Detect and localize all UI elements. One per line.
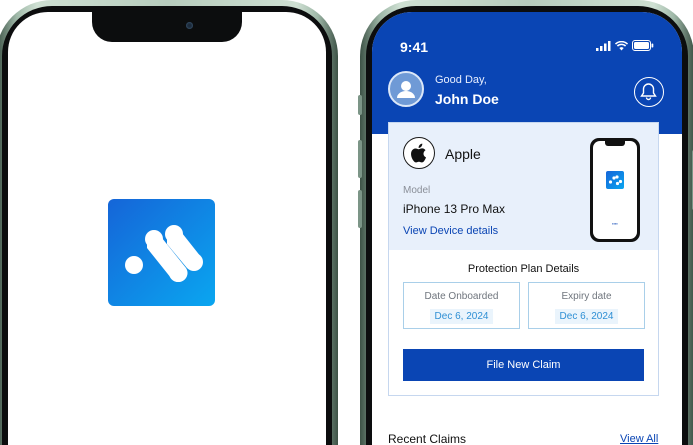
app-header: 9:41 Good Day, John Doe [372,12,682,134]
view-all-link[interactable]: View All [620,433,658,445]
file-new-claim-button[interactable]: File New Claim [403,349,644,381]
model-label: Model [403,185,431,196]
user-avatar-icon[interactable] [388,71,424,107]
expiry-date-label: Expiry date [561,291,612,302]
device-card: Apple Model iPhone 13 Pro Max View Devic… [388,122,659,396]
app-logo-icon [108,199,215,306]
front-camera [186,22,193,29]
splash-screen [8,12,326,445]
expiry-date-box: Expiry date Dec 6, 2024 [528,282,645,329]
date-onboarded-label: Date Onboarded [424,291,499,302]
protection-plan-title: Protection Plan Details [467,263,580,275]
status-icons [596,40,654,51]
expiry-date-value: Dec 6, 2024 [554,309,619,324]
apple-logo-icon [403,137,435,169]
status-time: 9:41 [400,39,429,55]
dashboard-phone-frame: 9:41 Good Day, John Doe Apple Model iPho… [358,0,693,445]
device-summary: Apple Model iPhone 13 Pro Max View Devic… [389,123,658,250]
volume-up-button [358,140,362,178]
bell-icon[interactable] [634,77,664,107]
wifi-icon [615,41,628,51]
greeting-text: Good Day, [435,74,487,86]
recent-claims-title: Recent Claims [388,432,467,445]
device-image: ▪▪▪▪ [590,138,640,242]
notch [92,12,242,42]
signal-icon [596,41,611,51]
model-value: iPhone 13 Pro Max [403,202,506,216]
battery-icon [632,40,654,51]
user-name: John Doe [435,91,499,107]
date-onboarded-value: Dec 6, 2024 [429,309,494,324]
volume-down-button [358,190,362,228]
splash-phone-frame [0,0,338,445]
mute-switch [358,95,362,115]
dashboard-screen: 9:41 Good Day, John Doe Apple Model iPho… [372,12,682,445]
view-device-details-link[interactable]: View Device details [403,225,498,237]
mini-wordmark: ▪▪▪▪ [612,221,618,226]
app-logo-icon [606,171,624,189]
date-onboarded-box: Date Onboarded Dec 6, 2024 [403,282,520,329]
device-brand: Apple [445,146,481,162]
